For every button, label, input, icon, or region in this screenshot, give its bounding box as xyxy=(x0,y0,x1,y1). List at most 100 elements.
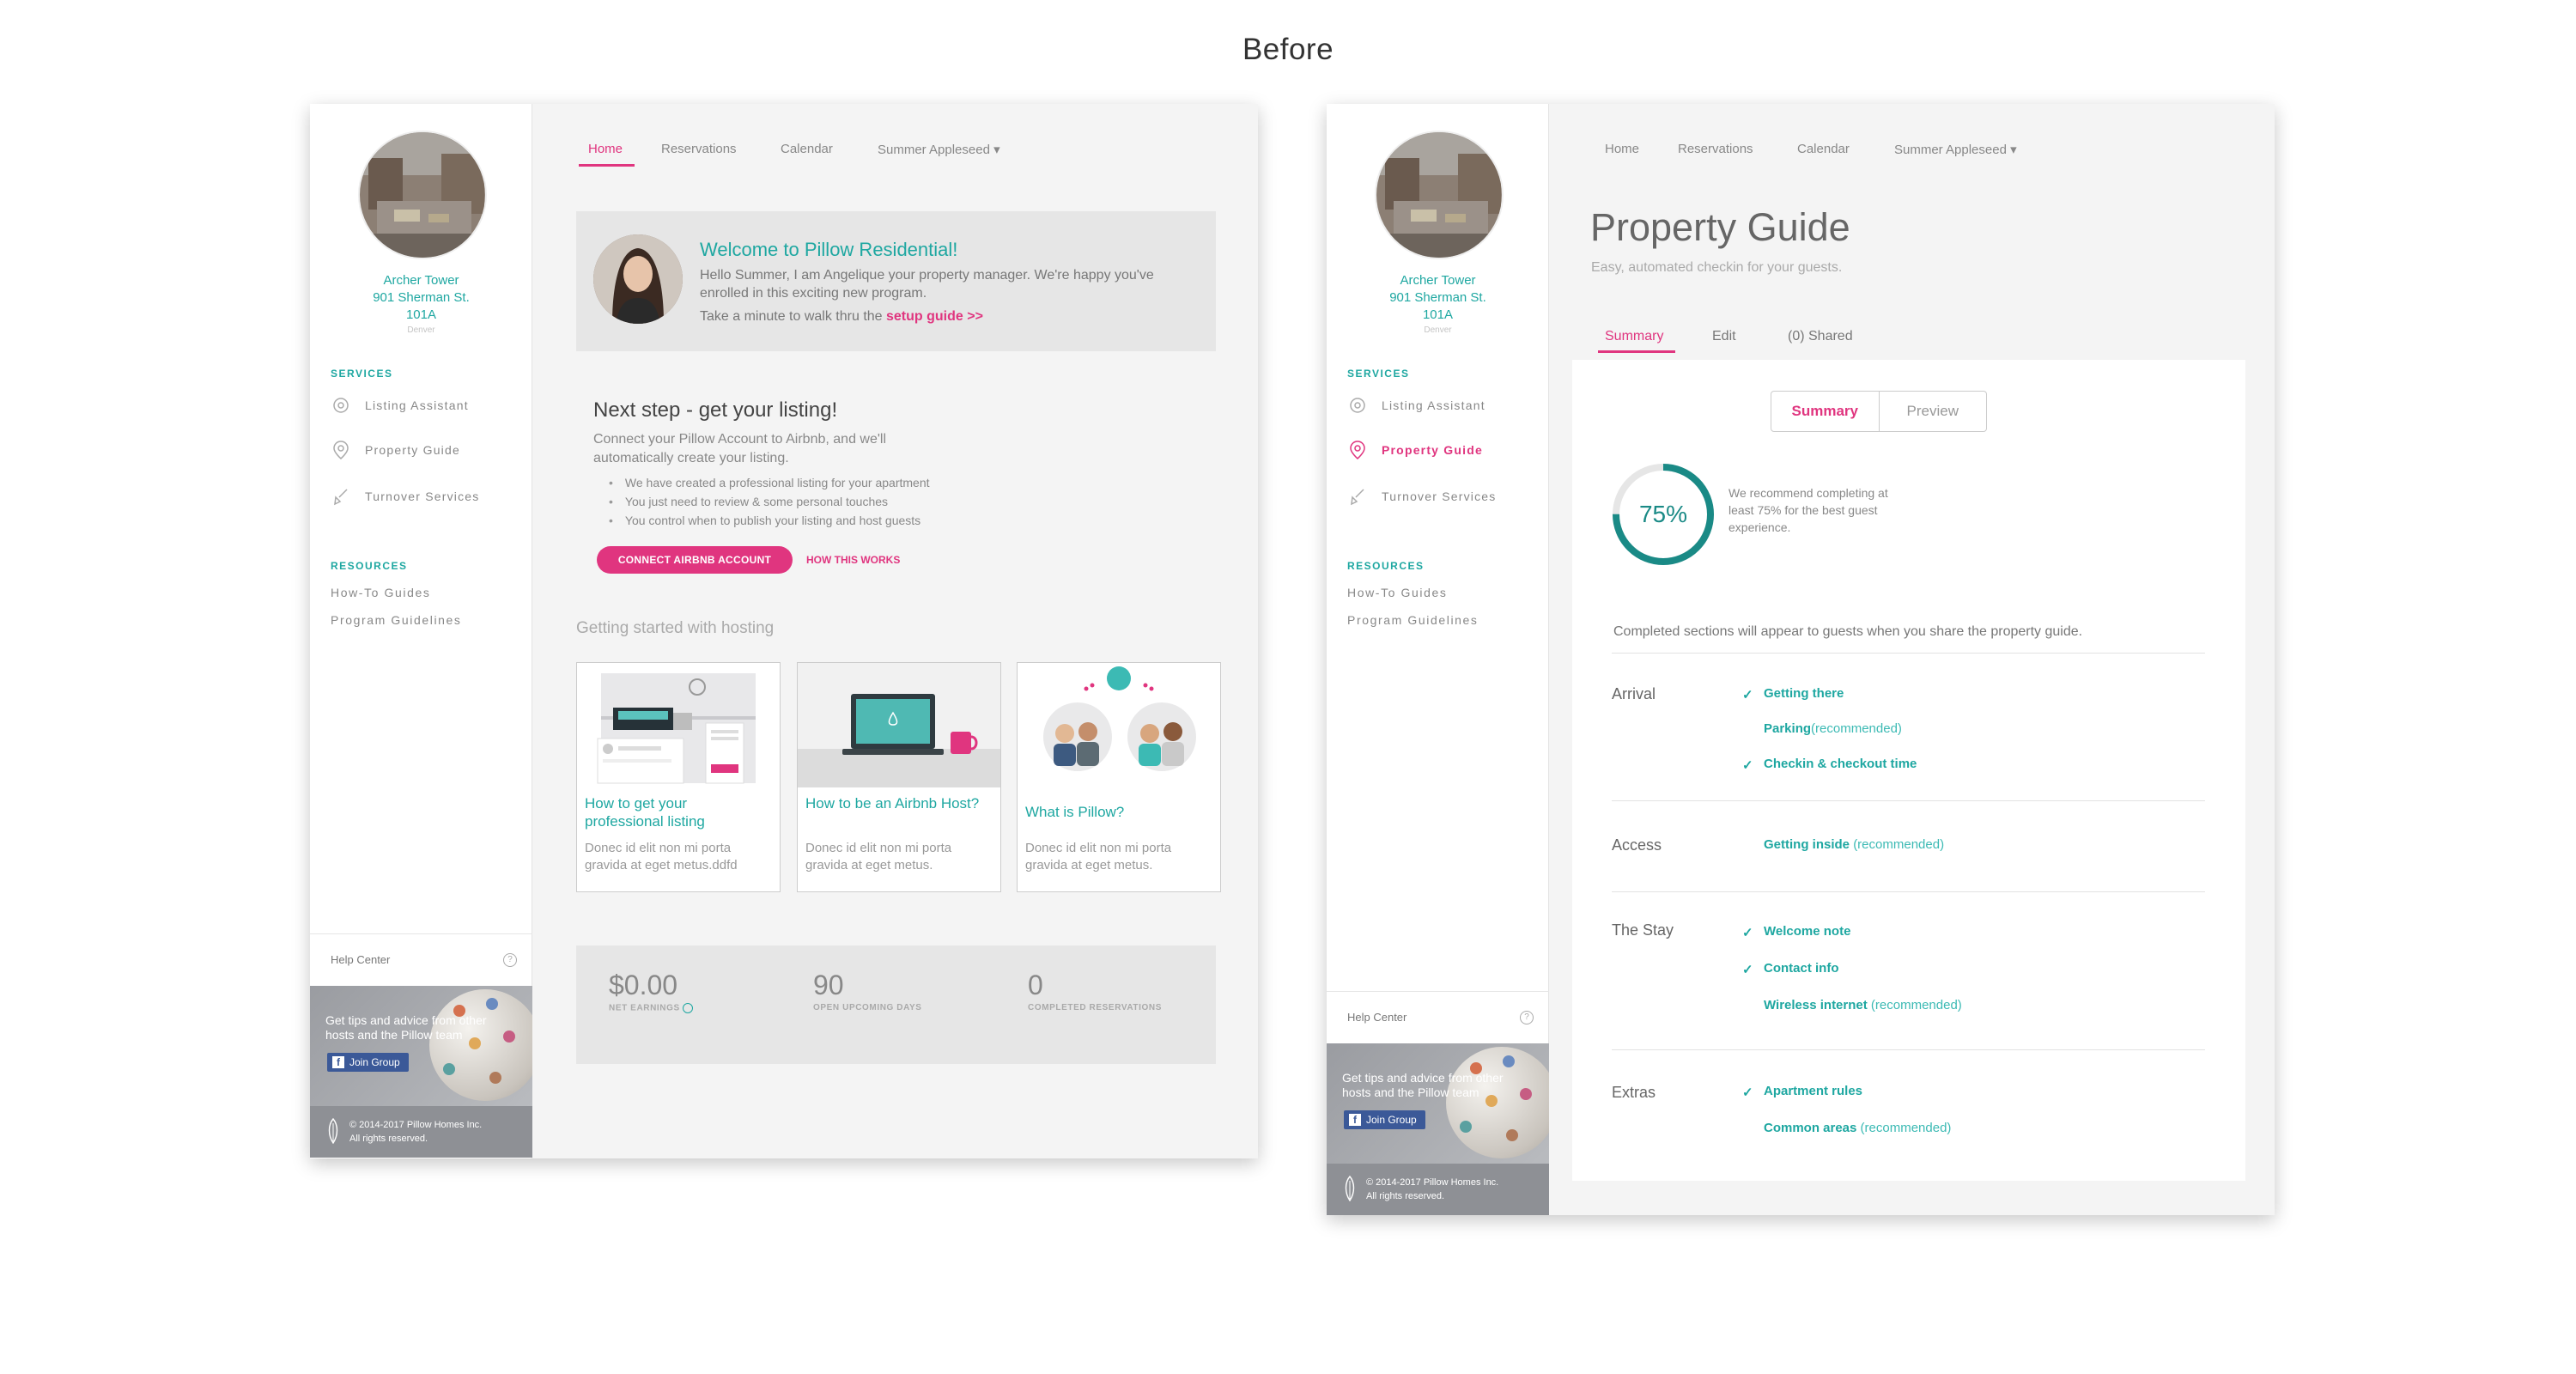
list-item: You control when to publish your listing… xyxy=(609,511,930,530)
sidebar-item-property-guide[interactable]: Property Guide xyxy=(1347,437,1483,463)
group-access: Access xyxy=(1612,836,1662,854)
resources-heading: RESOURCES xyxy=(1347,560,1425,572)
group-extras: Extras xyxy=(1612,1084,1656,1101)
help-center[interactable]: Help Center ? xyxy=(310,933,532,985)
team-illustration xyxy=(1018,663,1220,787)
divider xyxy=(1612,1049,2205,1050)
broom-icon xyxy=(331,486,351,507)
card-professional-listing[interactable]: How to get your professional listing Don… xyxy=(576,662,781,892)
nav-reservations[interactable]: Reservations xyxy=(1678,142,1753,156)
guide-item-welcome-note[interactable]: Welcome note xyxy=(1764,924,1850,939)
join-group-button[interactable]: f Join Group xyxy=(327,1053,409,1072)
setup-guide-link[interactable]: setup guide >> xyxy=(886,309,983,324)
map-pin-icon xyxy=(1347,440,1368,460)
nav-user-menu[interactable]: Summer Appleseed ▾ xyxy=(878,142,1000,157)
link-how-to-guides[interactable]: How-To Guides xyxy=(331,586,431,599)
tab-summary[interactable]: Summary xyxy=(1605,329,1663,344)
check-icon: ✓ xyxy=(1742,926,1753,940)
page-subtitle: Easy, automated checkin for your guests. xyxy=(1591,260,1843,275)
divider xyxy=(1612,653,2205,654)
facebook-icon: f xyxy=(1349,1114,1361,1126)
page-heading: Property Guide xyxy=(1590,205,1850,249)
card-what-is-pillow[interactable]: What is Pillow? Donec id elit non mi por… xyxy=(1017,662,1221,892)
sidebar-item-label: Turnover Services xyxy=(1382,489,1497,503)
card-airbnb-host[interactable]: How to be an Airbnb Host? Donec id elit … xyxy=(797,662,1001,892)
sidebar-item-label: Listing Assistant xyxy=(1382,398,1485,412)
services-heading: SERVICES xyxy=(331,368,393,380)
guide-item-getting-inside[interactable]: Getting inside (recommended) xyxy=(1764,837,1944,852)
tab-edit[interactable]: Edit xyxy=(1712,329,1736,344)
broom-icon xyxy=(1347,486,1368,507)
guide-item-apartment-rules[interactable]: Apartment rules xyxy=(1764,1084,1862,1098)
nav-reservations[interactable]: Reservations xyxy=(661,142,737,156)
property-guide-screen: Archer Tower 901 Sherman St. 101A Denver… xyxy=(1327,104,2275,1215)
copyright-line-2: All rights reserved. xyxy=(1366,1191,1445,1201)
setup-guide-text: Take a minute to walk thru the setup gui… xyxy=(700,309,983,325)
nav-user-menu[interactable]: Summer Appleseed ▾ xyxy=(1894,142,2017,157)
stat-value: 0 xyxy=(1028,970,1043,1000)
nav-home[interactable]: Home xyxy=(588,142,623,156)
how-this-works-link[interactable]: HOW THIS WORKS xyxy=(806,554,900,566)
nav-calendar[interactable]: Calendar xyxy=(781,142,833,156)
sidebar-item-label: Listing Assistant xyxy=(365,398,469,412)
check-icon: ✓ xyxy=(1742,1085,1753,1100)
sidebar-item-property-guide[interactable]: Property Guide xyxy=(331,437,460,463)
sidebar-item-turnover-services[interactable]: Turnover Services xyxy=(1347,483,1496,509)
guide-item-label: Getting inside xyxy=(1764,837,1850,852)
address-line-2: 901 Sherman St. xyxy=(1389,290,1486,305)
join-group-label: Join Group xyxy=(1366,1114,1417,1126)
join-group-button[interactable]: f Join Group xyxy=(1344,1110,1425,1129)
sidebar-item-label: Property Guide xyxy=(365,443,460,457)
recommended-tag: (recommended) xyxy=(1870,998,1962,1012)
guide-item-label: Parking xyxy=(1764,721,1812,736)
copyright-line-1: © 2014-2017 Pillow Homes Inc. xyxy=(1366,1177,1499,1188)
link-program-guidelines[interactable]: Program Guidelines xyxy=(1347,613,1479,627)
sidebar-item-label: Property Guide xyxy=(1382,443,1483,457)
setup-guide-prefix: Take a minute to walk thru the xyxy=(700,309,886,324)
card-body: Donec id elit non mi porta gravida at eg… xyxy=(585,841,738,872)
stat-label: OPEN UPCOMING DAYS xyxy=(813,1003,922,1012)
help-center[interactable]: Help Center ? xyxy=(1327,991,1549,1043)
sidebar-item-turnover-services[interactable]: Turnover Services xyxy=(331,483,479,509)
tab-shared[interactable]: (0) Shared xyxy=(1788,329,1853,344)
stat-open-days: 90 OPEN UPCOMING DAYS xyxy=(813,970,922,1012)
info-icon[interactable] xyxy=(683,1003,694,1013)
guide-item-common-areas[interactable]: Common areas (recommended) xyxy=(1764,1121,1951,1135)
card-title: How to be an Airbnb Host? xyxy=(805,795,980,812)
bedroom-illustration xyxy=(577,663,780,787)
connect-airbnb-button[interactable]: CONNECT AIRBNB ACCOUNT xyxy=(597,546,793,574)
progress-value: 75% xyxy=(1638,501,1688,527)
stat-net-earnings: $0.00 NET EARNINGS xyxy=(609,970,694,1013)
list-item: We have created a professional listing f… xyxy=(609,473,930,492)
recommended-tag: (recommended) xyxy=(1860,1121,1952,1135)
help-center-label: Help Center xyxy=(331,953,391,966)
sidebar-item-label: Turnover Services xyxy=(365,489,480,503)
completed-note: Completed sections will appear to guests… xyxy=(1613,624,2083,639)
stat-label: NET EARNINGS xyxy=(609,1003,694,1013)
toggle-preview[interactable]: Preview xyxy=(1880,392,1987,431)
link-program-guidelines[interactable]: Program Guidelines xyxy=(331,613,462,627)
sidebar-item-listing-assistant[interactable]: Listing Assistant xyxy=(1347,392,1485,418)
copyright-line-2: All rights reserved. xyxy=(349,1134,428,1144)
guide-item-checkin[interactable]: Checkin & checkout time xyxy=(1764,757,1917,771)
link-how-to-guides[interactable]: How-To Guides xyxy=(1347,586,1448,599)
address-line-3: 101A xyxy=(1422,307,1454,322)
stat-value: 90 xyxy=(813,970,844,1000)
map-pin-icon xyxy=(331,440,351,460)
join-group-label: Join Group xyxy=(349,1056,400,1068)
welcome-body: Hello Summer, I am Angelique your proper… xyxy=(700,268,1154,301)
sidebar-item-listing-assistant[interactable]: Listing Assistant xyxy=(331,392,469,418)
toggle-summary[interactable]: Summary xyxy=(1771,392,1880,431)
guide-item-getting-there[interactable]: Getting there xyxy=(1764,686,1844,701)
guide-item-wireless-internet[interactable]: Wireless internet (recommended) xyxy=(1764,998,1962,1012)
card-body: Donec id elit non mi porta gravida at eg… xyxy=(805,841,952,872)
promo-text: Get tips and advice from other hosts and… xyxy=(325,1013,487,1042)
nav-calendar[interactable]: Calendar xyxy=(1797,142,1850,156)
guide-item-parking[interactable]: Parking(recommended) xyxy=(1764,721,1902,736)
globe-illustration xyxy=(429,989,532,1101)
guide-item-contact-info[interactable]: Contact info xyxy=(1764,961,1839,976)
nav-home[interactable]: Home xyxy=(1605,142,1639,156)
community-promo: Get tips and advice from other hosts and… xyxy=(310,986,532,1106)
check-icon: ✓ xyxy=(1742,758,1753,773)
listing-assistant-icon xyxy=(331,395,351,416)
